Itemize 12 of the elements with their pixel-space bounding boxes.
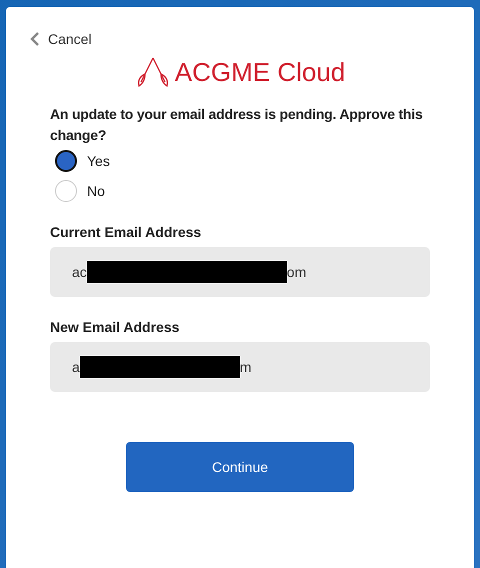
- email-field[interactable]: ac om: [50, 247, 430, 297]
- radio-label: Yes: [87, 153, 110, 169]
- cancel-link[interactable]: Cancel: [30, 31, 92, 47]
- field-label: Current Email Address: [50, 224, 202, 240]
- back-chevron-icon: [30, 31, 40, 47]
- continue-button[interactable]: Continue: [126, 442, 354, 492]
- radio-label: No: [87, 183, 105, 199]
- radio-button[interactable]: [55, 150, 77, 172]
- question-text: An update to your email address is pending. Approve this change?: [50, 105, 424, 145]
- logo-text: ACGME Cloud: [174, 56, 346, 88]
- email-field[interactable]: a m: [50, 342, 430, 392]
- field-label: New Email Address: [50, 319, 180, 335]
